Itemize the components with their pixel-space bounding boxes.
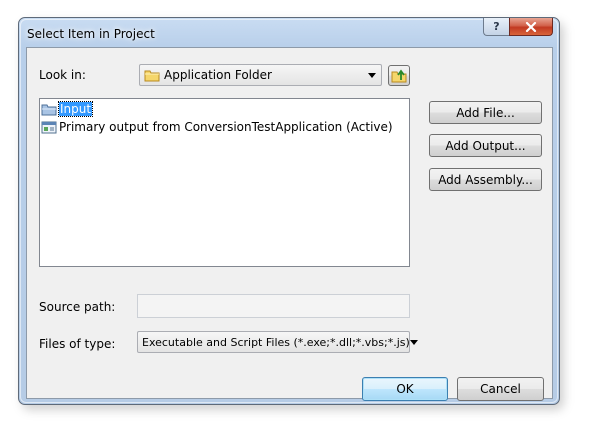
list-item-label: Primary output from ConversionTestApplic…	[59, 120, 393, 134]
list-item[interactable]: Primary output from ConversionTestApplic…	[41, 119, 393, 135]
add-output-button[interactable]: Add Output...	[429, 134, 542, 157]
up-one-level-button[interactable]	[388, 65, 410, 86]
files-of-type-label: Files of type:	[39, 337, 116, 351]
list-item[interactable]: Input	[41, 101, 94, 117]
look-in-value: Application Folder	[164, 68, 272, 82]
chevron-down-icon	[368, 72, 376, 78]
source-path-label: Source path:	[39, 300, 116, 314]
close-icon	[525, 21, 537, 32]
help-icon: ?	[493, 20, 500, 33]
list-item-label: Input	[57, 101, 94, 117]
add-assembly-button[interactable]: Add Assembly...	[429, 168, 542, 191]
dialog-window: Select Item in Project ? Look in: Applic…	[18, 17, 560, 405]
caption-buttons: ?	[483, 18, 553, 36]
look-in-combo[interactable]: Application Folder	[139, 64, 382, 86]
files-of-type-value: Executable and Script Files (*.exe;*.dll…	[142, 335, 410, 349]
files-of-type-combo[interactable]: Executable and Script Files (*.exe;*.dll…	[137, 331, 418, 353]
item-list[interactable]: Input Primary output from ConversionTest…	[39, 98, 410, 267]
chevron-down-icon	[409, 339, 418, 345]
help-button[interactable]: ?	[483, 18, 509, 36]
folder-icon	[41, 101, 57, 117]
dialog-body: Look in: Application Folder Input Primar…	[26, 47, 553, 401]
ok-button[interactable]: OK	[362, 377, 448, 401]
source-path-field[interactable]	[137, 294, 410, 318]
close-button[interactable]	[509, 18, 553, 36]
look-in-label: Look in:	[39, 68, 86, 82]
cancel-button[interactable]: Cancel	[457, 377, 544, 401]
project-output-icon	[41, 119, 57, 135]
folder-up-icon	[391, 69, 407, 82]
folder-icon	[144, 70, 160, 82]
dialog-title: Select Item in Project	[27, 27, 155, 41]
add-file-button[interactable]: Add File...	[429, 101, 542, 124]
